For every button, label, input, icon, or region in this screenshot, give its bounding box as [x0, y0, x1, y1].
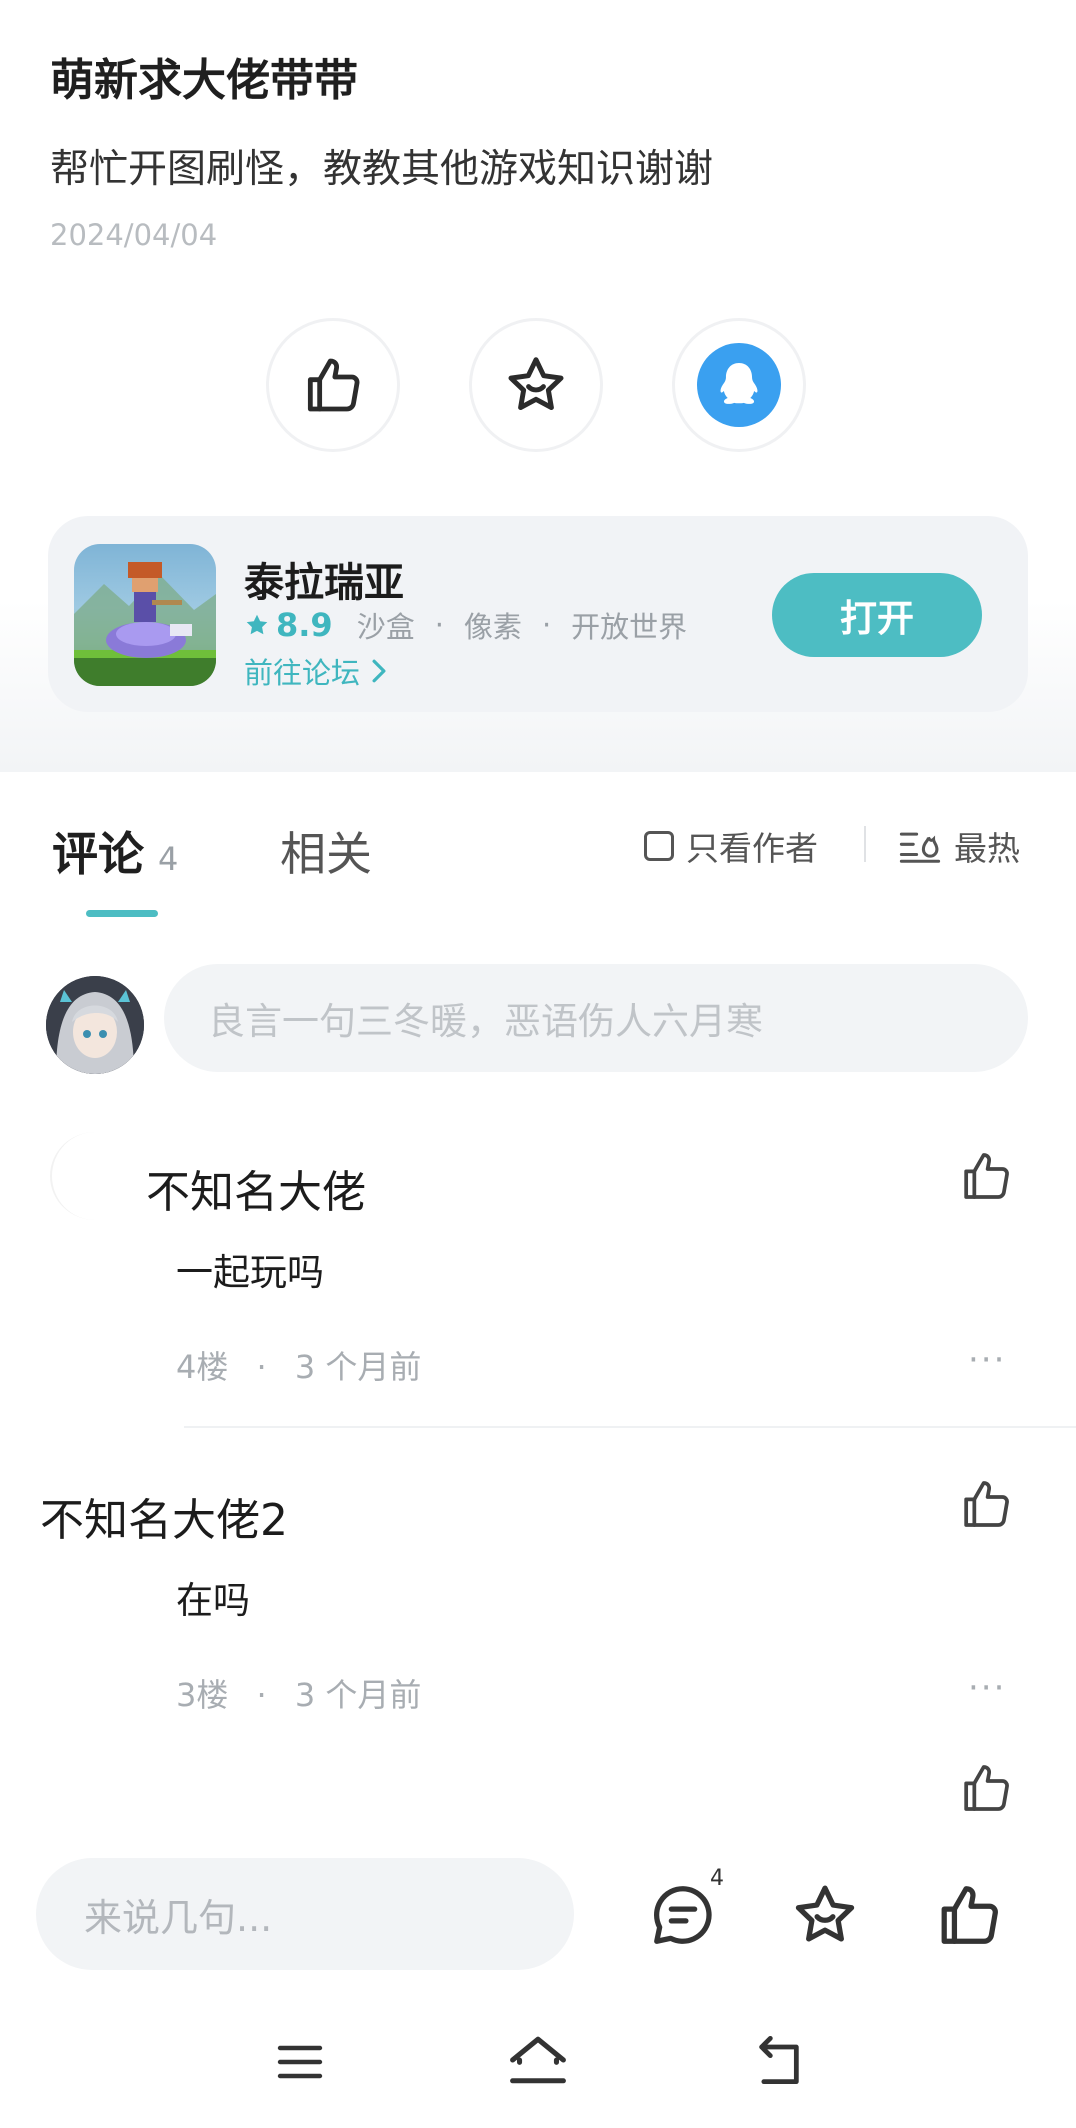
- thumbs-up-icon[interactable]: [958, 1476, 1014, 1532]
- comment-author[interactable]: 不知名大佬2: [40, 1484, 288, 1548]
- comment-text: 一起玩吗: [176, 1251, 324, 1294]
- more-options-button[interactable]: ···: [968, 1340, 1006, 1380]
- comment-floor: 3楼: [176, 1676, 229, 1714]
- comment-count-badge: 4: [710, 1866, 724, 1891]
- menu-icon[interactable]: [276, 2042, 324, 2082]
- favorite-post-button[interactable]: [469, 318, 603, 452]
- game-tag: 开放世界: [571, 610, 688, 644]
- game-meta: 8.9 沙盒 · 像素 · 开放世界: [244, 604, 687, 646]
- thumbs-up-icon[interactable]: [958, 1760, 1014, 1816]
- chevron-right-icon: [372, 659, 386, 683]
- active-tab-indicator: [86, 910, 158, 917]
- comment-input-placeholder: 良言一句三冬暖，恶语伤人六月寒: [208, 1000, 763, 1043]
- post-title: 萌新求大佬带带: [50, 55, 358, 106]
- comment-floor: 4楼: [176, 1348, 229, 1386]
- game-icon[interactable]: [74, 544, 216, 686]
- comment-input[interactable]: 良言一句三冬暖，恶语伤人六月寒: [164, 964, 1028, 1072]
- checkbox-icon: [644, 831, 674, 861]
- game-card[interactable]: 泰拉瑞亚 8.9 沙盒 · 像素 · 开放世界 前往论坛 打开: [48, 516, 1028, 712]
- meta-separator: ·: [256, 1348, 267, 1386]
- tag-separator: ·: [434, 608, 444, 642]
- meta-separator: ·: [256, 1676, 267, 1714]
- home-icon[interactable]: [508, 2032, 568, 2088]
- star-filled-icon: [246, 614, 268, 635]
- tag-separator: ·: [541, 608, 552, 642]
- comment-text: 在吗: [176, 1579, 250, 1622]
- avatar[interactable]: [50, 1132, 140, 1220]
- star-icon: [508, 357, 564, 411]
- divider: [864, 826, 866, 862]
- tab-comments[interactable]: 评论 4: [52, 818, 178, 884]
- terraria-logo-image: [74, 562, 216, 686]
- divider: [184, 1426, 1076, 1428]
- more-options-button[interactable]: ···: [968, 1668, 1006, 1708]
- tab-comments-count: 4: [158, 840, 179, 878]
- reply-input-placeholder: 来说几句...: [84, 1895, 273, 1940]
- game-tag: 沙盒: [356, 610, 415, 644]
- open-game-button[interactable]: 打开: [772, 573, 982, 657]
- post-date: 2024/04/04: [50, 218, 218, 252]
- sort-icon: [899, 832, 941, 863]
- star-icon[interactable]: [790, 1880, 860, 1950]
- sort-label: 最热: [954, 829, 1020, 868]
- game-rating: 8.9: [276, 606, 333, 644]
- comment-meta: 4楼 · 3 个月前: [176, 1342, 421, 1388]
- post-body: 帮忙开图刷怪，教教其他游戏知识谢谢: [50, 147, 714, 192]
- reply-input[interactable]: 来说几句...: [36, 1858, 574, 1970]
- sort-toggle[interactable]: 最热: [898, 822, 1020, 870]
- anime-avatar-image: [46, 976, 144, 1074]
- game-name: 泰拉瑞亚: [244, 560, 404, 606]
- author-only-toggle[interactable]: 只看作者: [644, 822, 818, 870]
- comment-time: 3 个月前: [294, 1348, 422, 1386]
- avatar[interactable]: [46, 976, 144, 1074]
- share-qq-button[interactable]: [672, 318, 806, 452]
- tab-comments-label: 评论: [52, 827, 144, 881]
- forum-link[interactable]: 前往论坛: [244, 650, 390, 692]
- comment-meta: 3楼 · 3 个月前: [176, 1670, 421, 1716]
- qq-badge: [697, 343, 781, 427]
- forum-link-label: 前往论坛: [244, 656, 361, 690]
- thumbs-up-icon[interactable]: [934, 1880, 1004, 1950]
- comment-author[interactable]: 不知名大佬: [146, 1156, 366, 1220]
- qq-penguin-icon: [720, 362, 758, 404]
- tab-related[interactable]: 相关: [280, 818, 372, 884]
- game-tag: 像素: [463, 610, 522, 644]
- thumbs-up-icon[interactable]: [958, 1148, 1014, 1204]
- author-only-label: 只看作者: [686, 829, 818, 868]
- back-icon[interactable]: [752, 2034, 806, 2086]
- thumbs-up-icon: [307, 358, 360, 412]
- comment-icon[interactable]: [648, 1880, 718, 1950]
- comment-time: 3 个月前: [294, 1676, 422, 1714]
- like-post-button[interactable]: [266, 318, 400, 452]
